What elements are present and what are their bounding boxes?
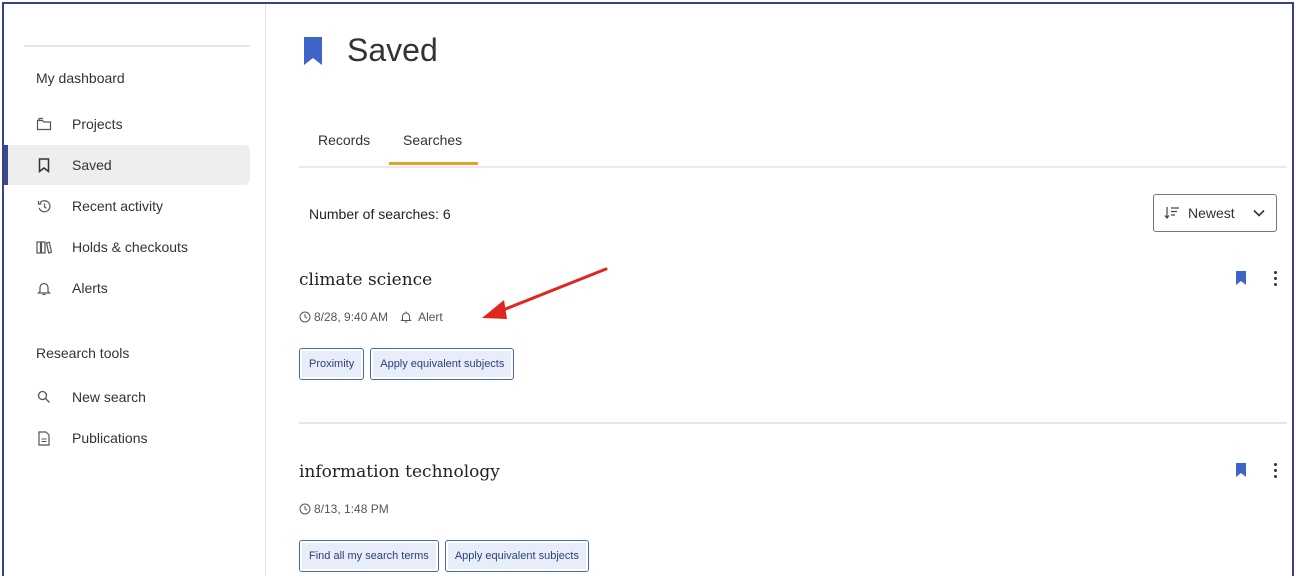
sort-icon <box>1164 207 1179 219</box>
sort-dropdown[interactable]: Newest <box>1153 194 1277 232</box>
search-option-tag: Find all my search terms <box>299 540 439 572</box>
sidebar-heading-dashboard: My dashboard <box>36 70 125 86</box>
sidebar-item-recent-activity[interactable]: Recent activity <box>8 186 250 226</box>
document-icon <box>36 430 52 446</box>
sidebar-item-label: Holds & checkouts <box>72 239 188 255</box>
bookmark-outline-icon <box>36 157 52 173</box>
sidebar-item-new-search[interactable]: New search <box>8 377 250 417</box>
search-option-tag: Apply equivalent subjects <box>370 348 515 380</box>
saved-search-actions <box>1235 270 1279 286</box>
sidebar-item-alerts[interactable]: Alerts <box>8 268 250 308</box>
tab-bar: Records Searches <box>299 122 1287 168</box>
books-icon <box>36 239 52 255</box>
sidebar-item-label: Projects <box>72 116 123 132</box>
search-option-tags: Find all my search terms Apply equivalen… <box>299 540 589 572</box>
bookmark-filled-icon[interactable] <box>1235 462 1247 478</box>
sidebar-item-label: New search <box>72 389 146 405</box>
sidebar-item-projects[interactable]: Projects <box>8 104 250 144</box>
saved-search-timestamp: 8/28, 9:40 AM <box>314 310 389 324</box>
clock-icon <box>299 503 311 515</box>
search-option-tag: Apply equivalent subjects <box>444 540 589 572</box>
history-icon <box>36 198 52 214</box>
result-divider <box>299 422 1287 424</box>
sidebar: My dashboard Projects Saved Recent activ… <box>4 4 266 576</box>
sidebar-item-saved[interactable]: Saved <box>4 145 250 185</box>
main-content: Saved Records Searches Number of searche… <box>267 4 1292 576</box>
bookmark-filled-icon[interactable] <box>1235 270 1247 286</box>
sidebar-item-label: Recent activity <box>72 198 164 214</box>
page-header: Saved <box>303 32 438 69</box>
search-icon <box>36 389 52 405</box>
clock-icon <box>299 311 311 323</box>
more-options-icon[interactable] <box>1271 270 1279 286</box>
sidebar-item-publications[interactable]: Publications <box>8 418 250 458</box>
search-option-tag: Proximity <box>299 348 365 380</box>
saved-search-timestamp: 8/13, 1:48 PM <box>314 502 389 516</box>
chevron-down-icon <box>1253 209 1265 217</box>
page-title: Saved <box>347 32 438 68</box>
sidebar-divider <box>24 45 250 47</box>
sidebar-item-label: Alerts <box>72 280 108 296</box>
tab-records[interactable]: Records <box>318 132 370 148</box>
search-option-tags: Proximity Apply equivalent subjects <box>299 348 515 380</box>
saved-search-title[interactable]: climate science <box>299 270 432 290</box>
sidebar-item-label: Saved <box>72 157 112 173</box>
sidebar-item-label: Publications <box>72 430 148 446</box>
saved-search-meta: 8/28, 9:40 AM Alert <box>299 310 443 324</box>
saved-search-actions <box>1235 462 1279 478</box>
more-options-icon[interactable] <box>1271 462 1279 478</box>
app-window: My dashboard Projects Saved Recent activ… <box>2 2 1294 576</box>
saved-search-title[interactable]: information technology <box>299 462 500 482</box>
sort-label: Newest <box>1188 205 1235 221</box>
saved-search-meta: 8/13, 1:48 PM <box>299 502 389 516</box>
bookmark-filled-icon <box>304 36 322 65</box>
bell-icon <box>36 280 52 296</box>
alert-label: Alert <box>418 310 443 324</box>
bell-icon <box>400 311 412 323</box>
folder-icon <box>36 116 52 132</box>
tab-searches[interactable]: Searches <box>388 132 479 165</box>
sidebar-heading-research-tools: Research tools <box>36 345 130 361</box>
alert-indicator: Alert <box>400 310 443 324</box>
search-count: Number of searches: 6 <box>309 206 451 222</box>
sidebar-item-holds-checkouts[interactable]: Holds & checkouts <box>8 227 250 267</box>
